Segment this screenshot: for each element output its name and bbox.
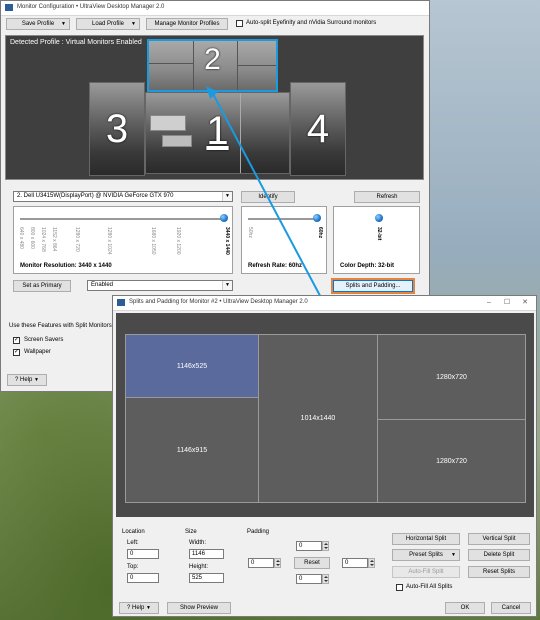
split-region[interactable]: 1014x1440: [258, 334, 378, 503]
vertical-split-button[interactable]: Vertical Split: [468, 533, 530, 545]
help-label: Help: [132, 605, 145, 611]
size-heading: Size: [185, 529, 197, 535]
show-preview-button[interactable]: Show Preview: [167, 602, 231, 614]
padding-bottom-spinner[interactable]: [322, 574, 329, 584]
split-region[interactable]: 1146x525: [125, 334, 259, 398]
close-icon[interactable]: ✕: [518, 298, 532, 308]
location-heading: Location: [122, 529, 145, 535]
left-label: Left:: [127, 540, 139, 546]
cancel-button[interactable]: Cancel: [491, 602, 531, 614]
padding-heading: Padding: [247, 529, 270, 535]
title-bar: Splits and Padding for Monitor #2 • Ultr…: [113, 296, 536, 311]
padding-left-spinner[interactable]: [274, 558, 281, 568]
ok-button[interactable]: OK: [445, 602, 485, 614]
padding-reset-button[interactable]: Reset: [294, 557, 330, 569]
height-label: Height:: [189, 564, 209, 570]
padding-left-field[interactable]: 0: [248, 558, 274, 568]
arrow-head: [206, 86, 218, 99]
top-label: Top:: [127, 564, 139, 570]
padding-top-field[interactable]: 0: [296, 541, 322, 551]
question-icon: ?: [127, 605, 131, 611]
chevron-down-icon: ▼: [146, 605, 151, 611]
top-field[interactable]: 0: [127, 573, 159, 583]
preset-splits-button[interactable]: Preset Splits ▼: [392, 549, 460, 561]
minimize-icon[interactable]: –: [482, 298, 496, 308]
reset-splits-button[interactable]: Reset Splits: [468, 566, 530, 578]
auto-fill-all-checkbox[interactable]: [396, 584, 403, 591]
auto-fill-all-label: Auto-Fill All Splits: [406, 584, 453, 590]
width-label: Width:: [189, 540, 207, 546]
split-region[interactable]: 1146x915: [125, 397, 259, 503]
help-button[interactable]: ? Help ▼: [119, 602, 159, 614]
window-title: Splits and Padding for Monitor #2 • Ultr…: [129, 299, 308, 305]
width-field[interactable]: 1146: [189, 549, 224, 559]
padding-right-field[interactable]: 0: [342, 558, 368, 568]
padding-top-spinner[interactable]: [322, 541, 329, 551]
padding-right-spinner[interactable]: [368, 558, 375, 568]
delete-split-button[interactable]: Delete Split: [468, 549, 530, 561]
split-preview-canvas: 1146x525 1146x915 1014x1440 1280x720 128…: [116, 313, 534, 517]
left-field[interactable]: 0: [127, 549, 159, 559]
padding-bottom-field[interactable]: 0: [296, 574, 322, 584]
maximize-icon[interactable]: ☐: [500, 298, 514, 308]
horizontal-split-button[interactable]: Horizontal Split: [392, 533, 460, 545]
split-region[interactable]: 1280x720: [377, 419, 526, 503]
preset-splits-label: Preset Splits: [409, 552, 443, 558]
split-region[interactable]: 1280x720: [377, 334, 526, 420]
chevron-down-icon: ▼: [451, 552, 456, 558]
app-icon: [117, 299, 125, 306]
height-field[interactable]: 525: [189, 573, 224, 583]
splits-padding-window: Splits and Padding for Monitor #2 • Ultr…: [112, 295, 537, 617]
annotation-arrow-line-1: [211, 91, 327, 308]
auto-fill-split-button[interactable]: Auto-Fill Split: [392, 566, 460, 578]
